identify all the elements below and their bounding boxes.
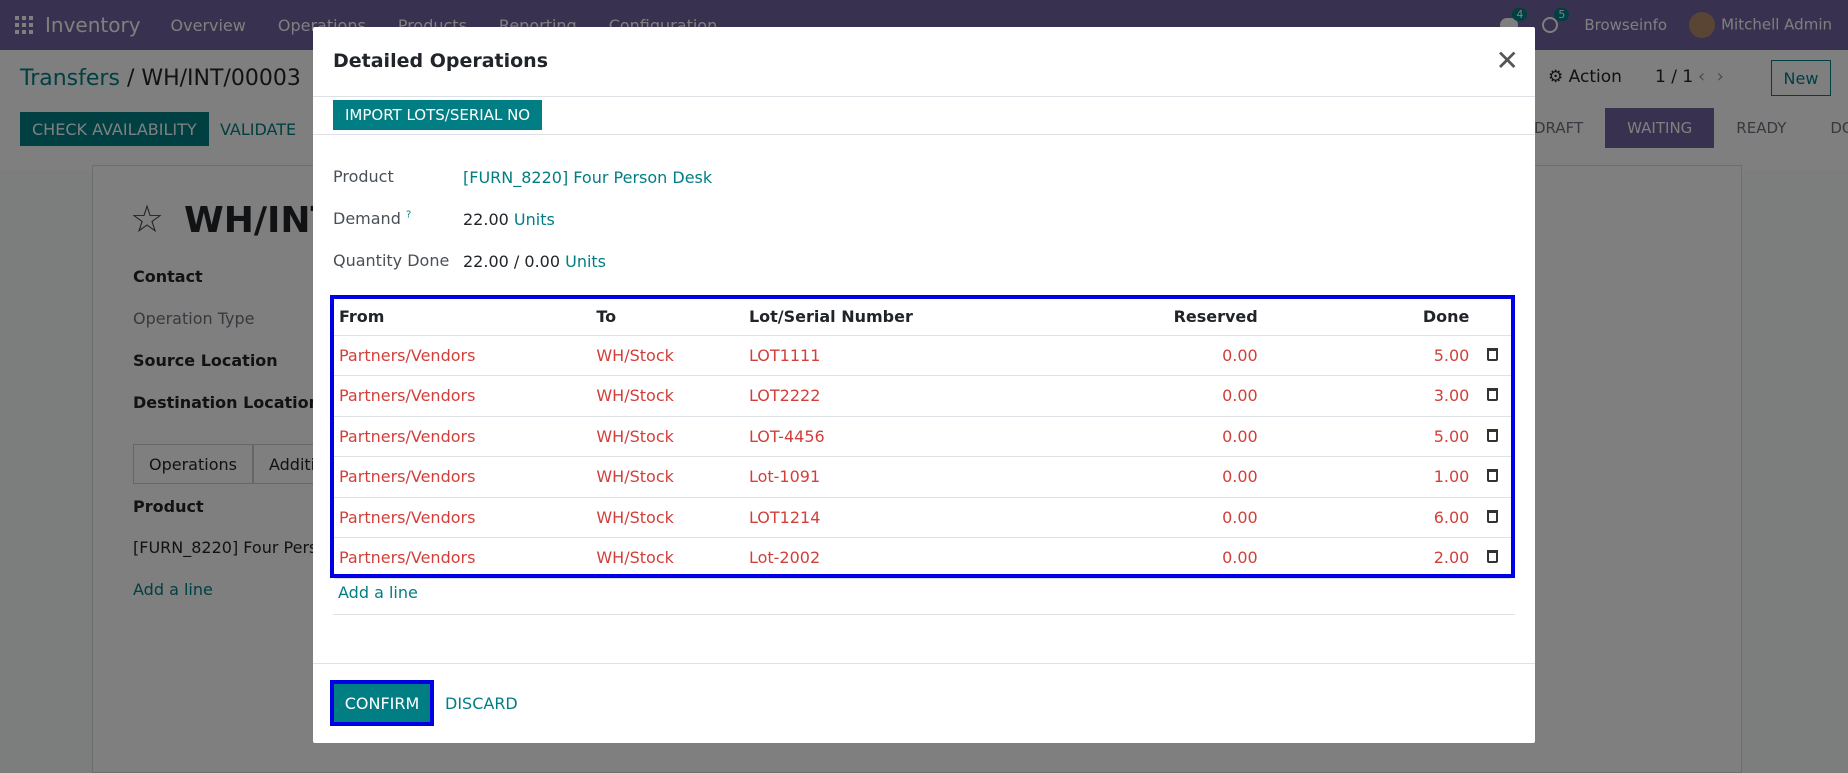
cell-from[interactable]: Partners/Vendors xyxy=(334,497,592,538)
delete-row-button[interactable] xyxy=(1474,335,1511,376)
demand-value-group: 22.00 Units xyxy=(463,210,555,229)
cell-to[interactable]: WH/Stock xyxy=(591,456,744,498)
cell-lot[interactable]: LOT1111 xyxy=(743,335,1050,376)
cell-reserved: 0.00 xyxy=(1049,416,1263,457)
demand-value: 22.00 xyxy=(463,210,509,229)
delete-row-button[interactable] xyxy=(1474,537,1511,579)
demand-label: Demand ? xyxy=(333,209,412,228)
detailed-operations-dialog: Detailed Operations ✕ IMPORT LOTS/SERIAL… xyxy=(313,27,1535,743)
column-lot[interactable]: Lot/Serial Number xyxy=(743,299,1050,336)
table-row[interactable]: Partners/Vendors WH/Stock Lot-1091 0.00 … xyxy=(334,456,1511,498)
divider xyxy=(333,614,1515,615)
delete-row-button[interactable] xyxy=(1474,456,1511,498)
cell-lot[interactable]: Lot-1091 xyxy=(743,456,1050,498)
close-icon[interactable]: ✕ xyxy=(1496,47,1519,75)
cell-done[interactable]: 5.00 xyxy=(1262,335,1475,376)
add-line-link[interactable]: Add a line xyxy=(338,583,418,602)
column-reserved[interactable]: Reserved xyxy=(1049,299,1263,336)
cell-reserved: 0.00 xyxy=(1049,335,1263,376)
move-lines-table: From To Lot/Serial Number Reserved Done … xyxy=(334,299,1511,579)
column-done[interactable]: Done xyxy=(1262,299,1475,336)
divider xyxy=(313,134,1535,135)
cell-from[interactable]: Partners/Vendors xyxy=(334,416,592,457)
modal-header: Detailed Operations ✕ xyxy=(313,27,1535,97)
trash-icon xyxy=(1487,428,1499,442)
trash-icon xyxy=(1487,509,1499,523)
table-row[interactable]: Partners/Vendors WH/Stock LOT1111 0.00 5… xyxy=(334,335,1511,376)
cell-done[interactable]: 1.00 xyxy=(1262,456,1475,498)
cell-done[interactable]: 2.00 xyxy=(1262,537,1475,579)
modal-title: Detailed Operations xyxy=(333,50,549,72)
discard-button[interactable]: DISCARD xyxy=(445,684,518,722)
cell-reserved: 0.00 xyxy=(1049,537,1263,579)
product-link[interactable]: [FURN_8220] Four Person Desk xyxy=(463,168,712,187)
trash-icon xyxy=(1487,469,1499,483)
column-from[interactable]: From xyxy=(334,299,592,336)
quantity-reserved-value: 0.00 xyxy=(524,252,561,271)
table-row[interactable]: Partners/Vendors WH/Stock LOT2222 0.00 3… xyxy=(334,375,1511,417)
cell-reserved: 0.00 xyxy=(1049,456,1263,498)
cell-from[interactable]: Partners/Vendors xyxy=(334,537,592,579)
cell-to[interactable]: WH/Stock xyxy=(591,416,744,457)
cell-reserved: 0.00 xyxy=(1049,497,1263,538)
cell-to[interactable]: WH/Stock xyxy=(591,335,744,376)
trash-icon xyxy=(1487,388,1499,402)
cell-lot[interactable]: LOT2222 xyxy=(743,375,1050,417)
quantity-done-label: Quantity Done xyxy=(333,251,450,270)
quantity-done-uom[interactable]: Units xyxy=(565,252,606,271)
quantity-done-group: 22.00 / 0.00 Units xyxy=(463,252,607,271)
cell-lot[interactable]: Lot-2002 xyxy=(743,537,1050,579)
cell-from[interactable]: Partners/Vendors xyxy=(334,456,592,498)
delete-row-button[interactable] xyxy=(1474,497,1511,538)
delete-row-button[interactable] xyxy=(1474,416,1511,457)
cell-from[interactable]: Partners/Vendors xyxy=(334,375,592,417)
table-row[interactable]: Partners/Vendors WH/Stock LOT1214 0.00 6… xyxy=(334,497,1511,538)
demand-uom[interactable]: Units xyxy=(514,210,555,229)
cell-to[interactable]: WH/Stock xyxy=(591,497,744,538)
delete-row-button[interactable] xyxy=(1474,375,1511,417)
cell-to[interactable]: WH/Stock xyxy=(591,537,744,579)
cell-reserved: 0.00 xyxy=(1049,375,1263,417)
help-icon[interactable]: ? xyxy=(406,210,411,221)
trash-icon xyxy=(1487,347,1499,361)
table-row[interactable]: Partners/Vendors WH/Stock Lot-2002 0.00 … xyxy=(334,537,1511,579)
trash-icon xyxy=(1487,550,1499,564)
cell-from[interactable]: Partners/Vendors xyxy=(334,335,592,376)
import-lots-button[interactable]: IMPORT LOTS/SERIAL NO xyxy=(333,100,543,130)
cell-done[interactable]: 5.00 xyxy=(1262,416,1475,457)
cell-lot[interactable]: LOT-4456 xyxy=(743,416,1050,457)
product-label: Product xyxy=(333,167,394,186)
quantity-done-value: 22.00 xyxy=(463,252,509,271)
cell-done[interactable]: 6.00 xyxy=(1262,497,1475,538)
column-to[interactable]: To xyxy=(591,299,744,336)
modal-footer-divider xyxy=(313,663,1535,664)
cell-to[interactable]: WH/Stock xyxy=(591,375,744,417)
table-row[interactable]: Partners/Vendors WH/Stock LOT-4456 0.00 … xyxy=(334,416,1511,457)
cell-lot[interactable]: LOT1214 xyxy=(743,497,1050,538)
confirm-button[interactable]: CONFIRM xyxy=(334,684,430,722)
cell-done[interactable]: 3.00 xyxy=(1262,375,1475,417)
